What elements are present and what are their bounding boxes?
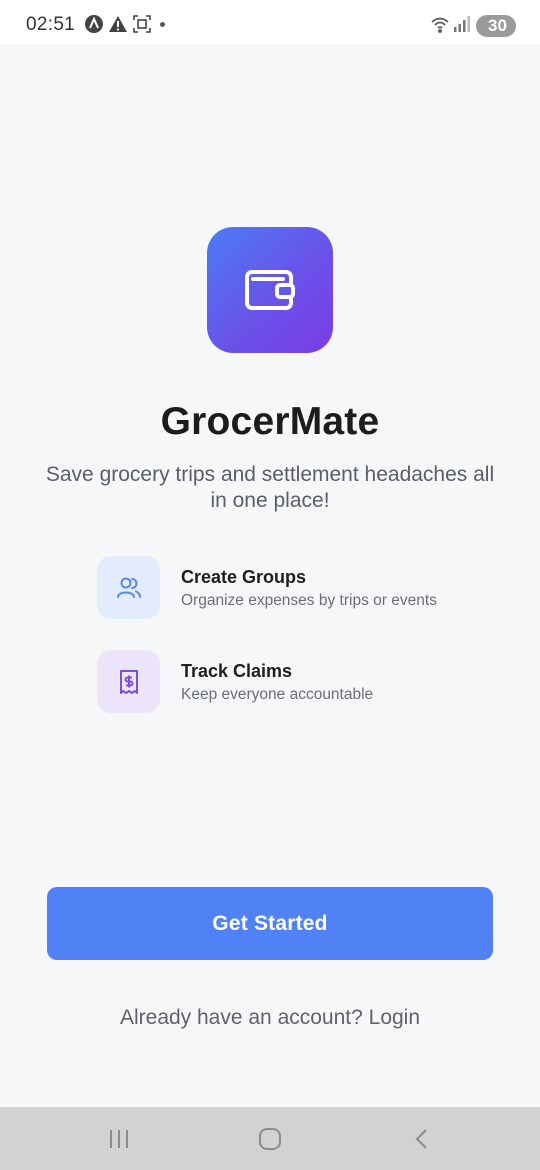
- warning-icon: [108, 14, 128, 34]
- status-dot: [160, 22, 165, 27]
- navigation-bar: [0, 1107, 540, 1170]
- users-icon: [116, 577, 141, 598]
- get-started-button[interactable]: Get Started: [47, 887, 493, 960]
- notification-a-icon: [84, 14, 104, 34]
- signal-icon: [452, 14, 472, 34]
- feature-description: Organize expenses by trips or events: [181, 592, 437, 609]
- back-button[interactable]: [382, 1107, 462, 1170]
- feature-icon-box: [97, 650, 160, 713]
- recents-icon: [110, 1129, 128, 1148]
- login-link[interactable]: Already have an account? Login: [0, 1006, 540, 1030]
- recents-button[interactable]: [79, 1107, 159, 1170]
- feature-title: Track Claims: [181, 661, 293, 681]
- receipt-icon: [119, 669, 138, 694]
- status-bar: 02:51 30: [0, 0, 540, 44]
- feature-description: Keep everyone accountable: [181, 686, 374, 703]
- feature-title: Create Groups: [181, 567, 307, 587]
- app-title: GrocerMate: [160, 400, 380, 443]
- back-icon: [415, 1128, 427, 1149]
- status-time: 02:51: [26, 14, 76, 35]
- wifi-icon: [430, 14, 450, 34]
- feature-create-groups: Create Groups Organize expenses by trips…: [97, 556, 497, 620]
- battery-level: 30: [488, 16, 507, 35]
- feature-track-claims: Track Claims Keep everyone accountable: [97, 650, 497, 714]
- app-tagline: Save grocery trips and settlement headac…: [45, 463, 495, 512]
- wallet-icon: [245, 270, 295, 310]
- home-button[interactable]: [230, 1107, 310, 1170]
- app-logo: [207, 227, 333, 353]
- home-icon: [259, 1127, 281, 1150]
- feature-icon-box: [97, 556, 160, 619]
- screenshot-icon: [132, 14, 152, 34]
